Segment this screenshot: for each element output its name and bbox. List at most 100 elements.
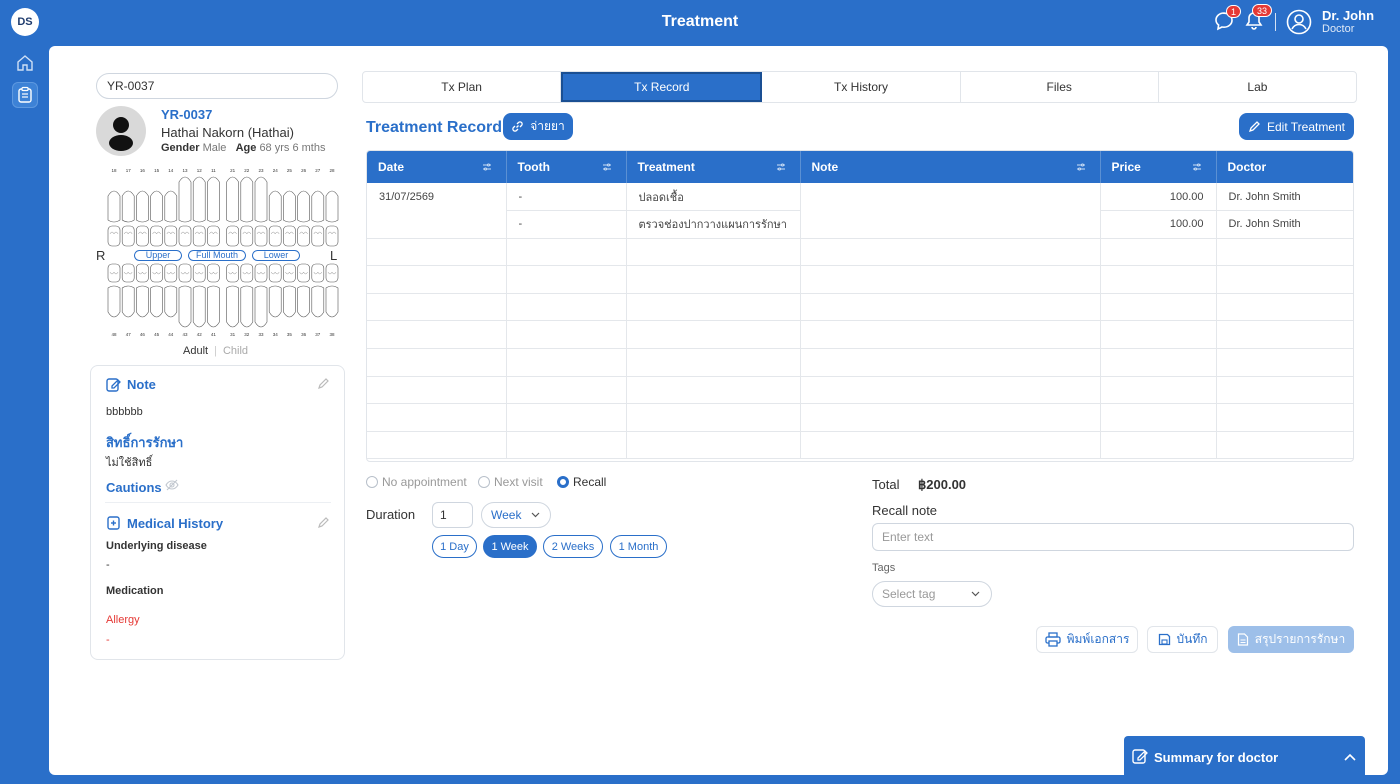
adult-option[interactable]: Adult (183, 345, 208, 357)
sort-icon[interactable] (482, 162, 492, 172)
treatment-summary-button[interactable]: สรุปรายการรักษา (1228, 626, 1354, 653)
lower-tooth-root[interactable] (178, 285, 192, 328)
col-doctor[interactable]: Doctor (1216, 151, 1353, 183)
upper-tooth-crown[interactable] (254, 225, 268, 247)
lower-tooth-crown[interactable] (150, 263, 163, 283)
lower-tooth-crown[interactable] (121, 263, 135, 283)
chevron-up-icon[interactable] (1344, 753, 1356, 761)
eye-off-icon[interactable] (165, 478, 179, 492)
col-price[interactable]: Price (1100, 151, 1217, 183)
upper-tooth-root[interactable] (178, 176, 192, 223)
lower-tooth-root[interactable] (192, 285, 206, 328)
lower-tooth-root[interactable] (207, 285, 220, 328)
lower-tooth-root[interactable] (107, 285, 121, 318)
lower-tooth-crown[interactable] (283, 263, 296, 283)
col-treatment[interactable]: Treatment (626, 151, 801, 183)
col-date[interactable]: Date (367, 151, 507, 183)
upper-tooth-crown[interactable] (136, 225, 149, 247)
table-row[interactable]: - ตรวจช่องปากวางแผนการรักษา 100.00 Dr. J… (367, 210, 1353, 239)
upper-tooth-crown[interactable] (207, 225, 220, 247)
lower-tooth-crown[interactable] (226, 263, 239, 283)
lower-tooth-root[interactable] (226, 285, 239, 328)
col-note[interactable]: Note (800, 151, 1101, 183)
upper-tooth-crown[interactable] (107, 225, 121, 247)
upper-tooth-root[interactable] (121, 190, 135, 223)
lower-tooth-crown[interactable] (178, 263, 192, 283)
sort-icon[interactable] (1192, 162, 1202, 172)
lower-tooth-crown[interactable] (164, 263, 178, 283)
lower-tooth-crown[interactable] (107, 263, 121, 283)
lower-tooth-crown[interactable] (325, 263, 339, 283)
upper-tooth-crown[interactable] (121, 225, 135, 247)
lower-tooth-crown[interactable] (311, 263, 325, 283)
lower-tooth-root[interactable] (325, 285, 339, 318)
lower-tooth-root[interactable] (254, 285, 268, 328)
edit-history-icon[interactable] (317, 516, 330, 529)
upper-tooth-crown[interactable] (240, 225, 254, 247)
radio-next-visit[interactable]: Next visit (478, 475, 543, 489)
lower-tooth-root[interactable] (121, 285, 135, 318)
lower-tooth-root[interactable] (136, 285, 149, 318)
lower-tooth-crown[interactable] (254, 263, 268, 283)
lower-tooth-crown[interactable] (240, 263, 254, 283)
upper-tooth-crown[interactable] (150, 225, 163, 247)
patient-search-input[interactable] (96, 73, 338, 99)
upper-button[interactable]: Upper (134, 250, 182, 261)
lower-tooth-root[interactable] (297, 285, 310, 318)
table-row[interactable]: 31/07/2569 - ปลอดเชื้อ 100.00 Dr. John S… (367, 183, 1353, 212)
edit-note-icon[interactable] (317, 377, 330, 390)
col-tooth[interactable]: Tooth (506, 151, 627, 183)
tab-lab[interactable]: Lab (1159, 72, 1356, 102)
user-avatar-icon[interactable] (1286, 9, 1312, 35)
duration-unit-select[interactable]: Week (481, 502, 551, 528)
upper-tooth-crown[interactable] (325, 225, 339, 247)
upper-tooth-root[interactable] (136, 190, 149, 223)
upper-tooth-root[interactable] (311, 190, 325, 223)
recall-note-input[interactable] (872, 523, 1354, 551)
lower-tooth-crown[interactable] (207, 263, 220, 283)
child-option[interactable]: Child (223, 345, 248, 357)
summary-for-doctor-panel[interactable]: Summary for doctor (1124, 736, 1365, 784)
clipboard-icon[interactable] (12, 82, 38, 108)
dispense-button[interactable]: จ่ายยา (503, 113, 573, 140)
lower-tooth-crown[interactable] (136, 263, 149, 283)
sort-icon[interactable] (1076, 162, 1086, 172)
bell-icon[interactable]: 33 (1243, 4, 1273, 32)
lower-tooth-root[interactable] (268, 285, 282, 318)
upper-tooth-crown[interactable] (192, 225, 206, 247)
quick-1-day[interactable]: 1 Day (432, 535, 477, 558)
upper-tooth-root[interactable] (207, 176, 220, 223)
upper-tooth-crown[interactable] (297, 225, 310, 247)
lower-tooth-root[interactable] (240, 285, 254, 328)
upper-tooth-root[interactable] (164, 190, 178, 223)
upper-tooth-crown[interactable] (268, 225, 282, 247)
upper-tooth-root[interactable] (268, 190, 282, 223)
upper-tooth-crown[interactable] (311, 225, 325, 247)
upper-tooth-root[interactable] (226, 176, 239, 223)
chat-icon[interactable]: 1 (1213, 5, 1242, 32)
upper-tooth-root[interactable] (107, 190, 121, 223)
upper-tooth-crown[interactable] (178, 225, 192, 247)
tab-files[interactable]: Files (961, 72, 1159, 102)
save-button[interactable]: บันทึก (1147, 626, 1218, 653)
upper-tooth-root[interactable] (240, 176, 254, 223)
radio-no-appointment[interactable]: No appointment (366, 475, 467, 489)
full-mouth-button[interactable]: Full Mouth (188, 250, 246, 261)
lower-button[interactable]: Lower (252, 250, 300, 261)
sort-icon[interactable] (776, 162, 786, 172)
upper-tooth-crown[interactable] (283, 225, 296, 247)
lower-tooth-crown[interactable] (192, 263, 206, 283)
patient-id[interactable]: YR-0037 (161, 107, 212, 122)
upper-tooth-root[interactable] (150, 190, 163, 223)
lower-tooth-crown[interactable] (297, 263, 310, 283)
tab-tx-history[interactable]: Tx History (762, 72, 961, 102)
upper-tooth-root[interactable] (297, 190, 310, 223)
duration-input[interactable]: 1 (432, 502, 473, 528)
lower-tooth-root[interactable] (150, 285, 163, 318)
quick-1-week[interactable]: 1 Week (483, 535, 537, 558)
radio-recall[interactable]: Recall (557, 475, 606, 489)
quick-1-month[interactable]: 1 Month (610, 535, 667, 558)
upper-tooth-root[interactable] (283, 190, 296, 223)
tab-tx-plan[interactable]: Tx Plan (363, 72, 562, 102)
home-icon[interactable] (12, 50, 38, 76)
